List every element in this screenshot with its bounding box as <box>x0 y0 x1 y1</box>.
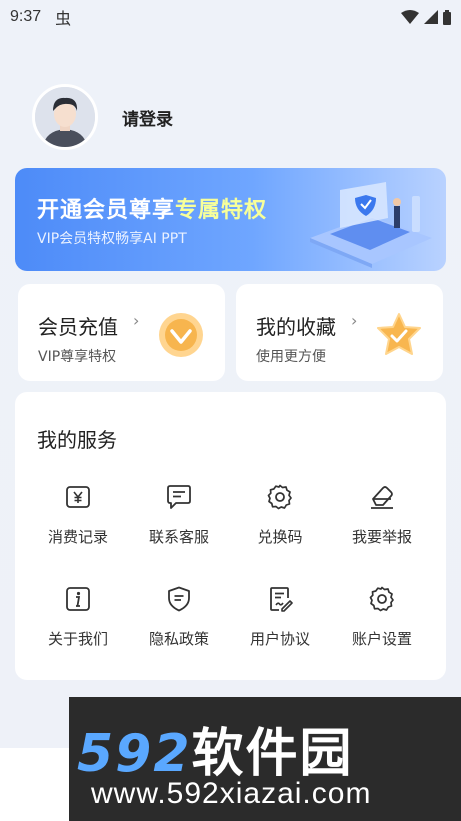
status-indicators <box>401 9 451 25</box>
vip-banner-subtitle: VIP会员特权畅享AI PPT <box>37 231 187 247</box>
eraser-icon <box>367 482 397 512</box>
laptop-shield-illustration <box>310 182 432 268</box>
chat-icon <box>164 482 194 512</box>
receipt-yen-icon <box>63 482 93 512</box>
service-label: 联系客服 <box>148 528 209 546</box>
debug-icon: 虫 <box>55 9 72 28</box>
favorites-card[interactable]: 我的收藏 › 使用更方便 <box>236 284 443 381</box>
chevron-right-icon: › <box>351 311 358 330</box>
login-prompt[interactable]: 请登录 <box>122 105 173 130</box>
signal-icon <box>424 10 438 24</box>
settings-icon <box>367 584 397 614</box>
avatar[interactable] <box>32 84 98 150</box>
info-icon <box>63 584 93 614</box>
service-account-settings[interactable]: 账户设置 <box>332 584 432 649</box>
services-panel: 我的服务 消费记录 联系客服 兑换码 我要举报 关于我们 隐私政策 用户协议 账… <box>15 392 446 680</box>
service-contact-support[interactable]: 联系客服 <box>129 482 229 547</box>
favorites-card-subtitle: 使用更方便 <box>256 349 326 365</box>
status-bar: 9:37 虫 <box>0 0 461 34</box>
star-check-icon <box>377 313 421 355</box>
battery-icon <box>443 9 451 25</box>
service-label: 兑换码 <box>257 528 303 546</box>
wifi-icon <box>401 10 419 24</box>
service-report[interactable]: 我要举报 <box>332 482 432 547</box>
vip-title-part1: 开通会员尊享 <box>37 198 176 223</box>
service-label: 账户设置 <box>351 630 412 648</box>
vip-gem-icon <box>159 313 203 357</box>
favorites-card-title: 我的收藏 <box>256 315 336 339</box>
watermark-url: www.592xiazai.com <box>91 777 372 810</box>
service-label: 关于我们 <box>47 630 108 648</box>
service-label: 我要举报 <box>351 528 412 546</box>
service-label: 用户协议 <box>249 630 310 648</box>
service-about-us[interactable]: 关于我们 <box>28 584 128 649</box>
service-label: 消费记录 <box>47 528 108 546</box>
watermark-cn: 软件园 <box>191 724 354 784</box>
chevron-right-icon: › <box>133 311 140 330</box>
shield-icon <box>164 584 194 614</box>
vip-title-part2: 专属特权 <box>175 198 268 223</box>
watermark-overlay: 592软件园 www.592xiazai.com <box>69 697 461 821</box>
recharge-card-subtitle: VIP尊享特权 <box>38 349 117 365</box>
watermark-logo: 592软件园 <box>77 711 354 786</box>
service-user-agreement[interactable]: 用户协议 <box>230 584 330 649</box>
vip-banner-title: 开通会员尊享专属特权 <box>37 192 267 224</box>
service-purchase-history[interactable]: 消费记录 <box>28 482 128 547</box>
avatar-person-icon <box>35 87 95 147</box>
document-edit-icon <box>265 584 295 614</box>
gear-icon <box>265 482 295 512</box>
service-label: 隐私政策 <box>148 630 209 648</box>
services-title: 我的服务 <box>37 428 117 452</box>
recharge-card[interactable]: 会员充值 › VIP尊享特权 <box>18 284 225 381</box>
watermark-number: 592 <box>77 724 192 784</box>
profile-section[interactable]: 请登录 <box>32 84 173 150</box>
service-privacy-policy[interactable]: 隐私政策 <box>129 584 229 649</box>
status-time: 9:37 <box>10 8 42 25</box>
recharge-card-title: 会员充值 <box>38 315 118 339</box>
vip-banner[interactable]: 开通会员尊享专属特权 VIP会员特权畅享AI PPT <box>15 168 446 271</box>
service-redeem-code[interactable]: 兑换码 <box>230 482 330 547</box>
